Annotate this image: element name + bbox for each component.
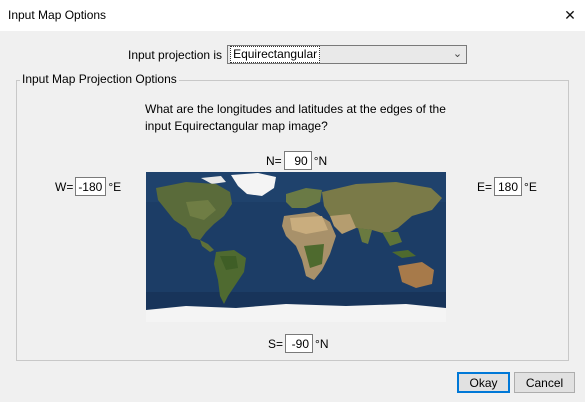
okay-button[interactable]: Okay	[457, 372, 510, 393]
projection-label: Input projection is	[128, 47, 223, 62]
close-icon[interactable]: ✕	[555, 0, 585, 30]
east-unit: °E	[524, 179, 537, 194]
window-title: Input Map Options	[8, 8, 107, 22]
projection-selected-value: Equirectangular	[230, 46, 321, 63]
chevron-down-icon: ⌄	[452, 48, 463, 60]
projection-row: Input projection is Equirectangular ⌄	[128, 45, 468, 64]
group-label: Input Map Projection Options	[20, 72, 179, 86]
world-map-image	[146, 172, 446, 322]
east-coord: E= 180 °E	[477, 177, 537, 196]
projection-select[interactable]: Equirectangular ⌄	[227, 45, 468, 64]
east-input[interactable]: 180	[494, 177, 523, 196]
north-coord: N= 90 °N	[266, 151, 327, 170]
edges-question: What are the longitudes and latitudes at…	[145, 102, 446, 133]
west-coord: W= -180 °E	[55, 177, 121, 196]
east-label: E=	[477, 179, 493, 194]
north-unit: °N	[313, 153, 328, 168]
west-input[interactable]: -180	[75, 177, 107, 196]
south-unit: °N	[315, 336, 329, 351]
south-coord: S= -90 °N	[268, 334, 328, 353]
south-input[interactable]: -90	[285, 334, 314, 353]
cancel-button[interactable]: Cancel	[514, 372, 575, 393]
north-label: N=	[266, 153, 282, 168]
south-label: S=	[268, 336, 284, 351]
title-bar: Input Map Options ✕	[0, 0, 585, 31]
west-unit: °E	[108, 179, 122, 194]
west-label: W=	[55, 179, 74, 194]
north-input[interactable]: 90	[283, 151, 312, 170]
